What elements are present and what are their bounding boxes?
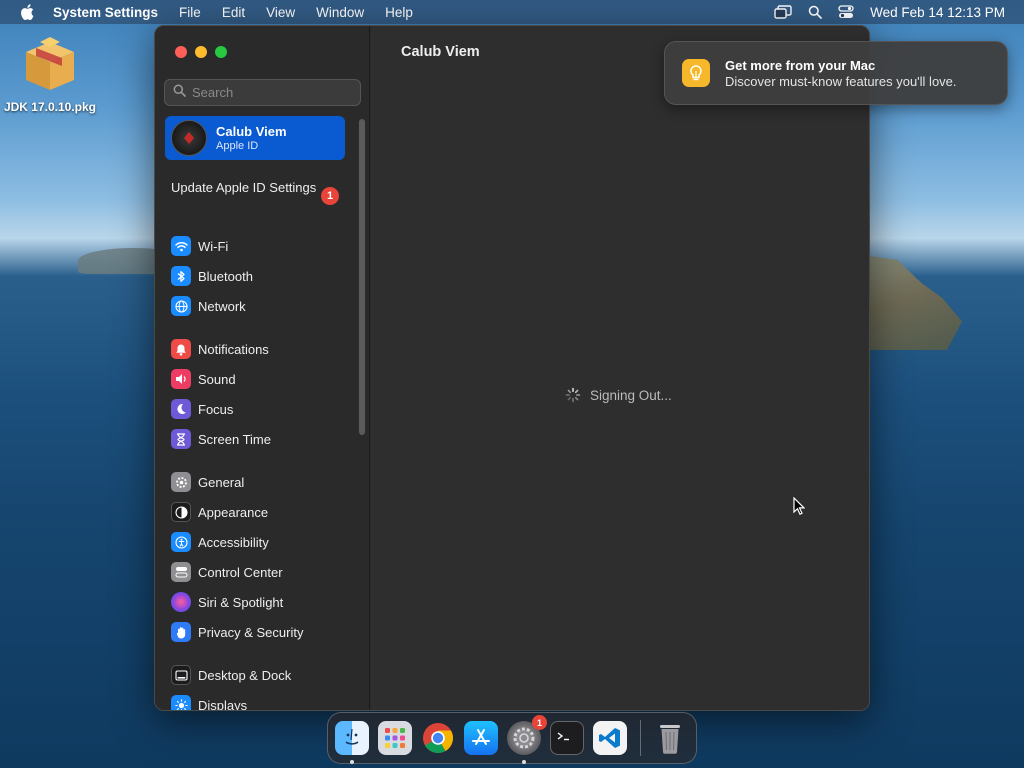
search-input[interactable] (192, 85, 352, 100)
hourglass-icon (171, 429, 191, 449)
page-title: Calub Viem (401, 44, 480, 60)
notification-banner[interactable]: Get more from your Mac Discover must-kno… (664, 41, 1008, 105)
trash-icon[interactable] (653, 721, 687, 755)
screen-mirroring-icon[interactable] (774, 5, 792, 19)
desktop-file-jdk[interactable]: JDK 17.0.10.pkg (0, 34, 100, 114)
package-icon (20, 34, 80, 94)
system-settings-window: Calub Viem Apple ID Update Apple ID Sett… (154, 25, 870, 711)
sidebar-item-focus[interactable]: Focus (171, 394, 351, 424)
desktop-file-label: JDK 17.0.10.pkg (3, 100, 97, 114)
sidebar-item-label: Wi-Fi (198, 238, 229, 254)
terminal-icon[interactable] (550, 721, 584, 755)
sidebar-item-label: Privacy & Security (198, 624, 304, 640)
sidebar-item-sound[interactable]: Sound (171, 364, 351, 394)
sidebar-item-accessibility[interactable]: Accessibility (171, 527, 351, 557)
menu-file[interactable]: File (179, 5, 201, 20)
sidebar-item-network[interactable]: Network (171, 291, 351, 321)
sidebar-item-label: Appearance (198, 504, 269, 520)
toggles-icon (171, 562, 191, 582)
minimize-window-button[interactable] (195, 46, 207, 58)
sidebar-item-label: Desktop & Dock (198, 667, 292, 683)
dock-separator (640, 720, 641, 756)
hand-icon (171, 622, 191, 642)
sidebar-item-label: Notifications (198, 341, 269, 357)
sidebar-item-label: Sound (198, 371, 236, 387)
sidebar-item-label: Screen Time (198, 431, 271, 447)
bluetooth-icon (171, 266, 191, 286)
spinner-icon (565, 387, 581, 403)
sidebar-item-desktop-dock[interactable]: Desktop & Dock (171, 660, 351, 690)
menu-view[interactable]: View (266, 5, 295, 20)
finder-icon[interactable] (335, 721, 369, 764)
sidebar-list: Wi-Fi Bluetooth Network Notifications So… (171, 231, 351, 711)
sidebar-item-screen-time[interactable]: Screen Time (171, 424, 351, 454)
sidebar-item-privacy-security[interactable]: Privacy & Security (171, 617, 351, 647)
sidebar-item-label: General (198, 474, 245, 490)
chrome-icon[interactable] (421, 721, 455, 755)
spotlight-search-icon[interactable] (808, 5, 823, 19)
menu-help[interactable]: Help (385, 5, 413, 20)
system-settings-icon[interactable]: 1 (507, 715, 547, 764)
sidebar-item-control-center[interactable]: Control Center (171, 557, 351, 587)
sidebar-item-displays[interactable]: Displays (171, 690, 351, 711)
launchpad-icon[interactable] (378, 721, 412, 755)
accessibility-icon (171, 532, 191, 552)
wifi-icon (171, 236, 191, 256)
gear-icon (171, 472, 191, 492)
dock-icon (171, 665, 191, 685)
window-controls (175, 46, 235, 58)
tips-lightbulb-icon (682, 59, 710, 87)
siri-icon (171, 592, 191, 612)
sidebar-item-wifi[interactable]: Wi-Fi (171, 231, 351, 261)
speaker-icon (171, 369, 191, 389)
menu-clock[interactable]: Wed Feb 14 12:13 PM (870, 5, 1005, 20)
menu-window[interactable]: Window (316, 5, 364, 20)
content-pane: Calub Viem Signing Out... (371, 26, 869, 710)
sidebar-item-bluetooth[interactable]: Bluetooth (171, 261, 351, 291)
signing-out-status: Signing Out... (565, 387, 672, 403)
vscode-icon[interactable] (593, 721, 627, 755)
sidebar-item-general[interactable]: General (171, 467, 351, 497)
notification-body: Discover must-know features you'll love. (725, 73, 957, 89)
sidebar-item-label: Bluetooth (198, 268, 253, 284)
sidebar-item-label: Accessibility (198, 534, 269, 550)
appearance-icon (171, 502, 191, 522)
wallpaper-cliff (862, 255, 962, 350)
sidebar-search[interactable] (164, 79, 361, 106)
bell-icon (171, 339, 191, 359)
search-icon (173, 84, 186, 102)
close-window-button[interactable] (175, 46, 187, 58)
sidebar-item-apple-id[interactable]: Calub Viem Apple ID (165, 116, 345, 160)
sidebar-item-notifications[interactable]: Notifications (171, 334, 351, 364)
sidebar-item-update-apple-id[interactable]: Update Apple ID Settings (171, 180, 341, 196)
menu-app-name[interactable]: System Settings (53, 5, 158, 20)
account-name: Calub Viem (216, 124, 287, 139)
app-store-icon[interactable] (464, 721, 498, 755)
sidebar-item-label: Displays (198, 697, 248, 711)
avatar (171, 120, 207, 156)
update-badge: 1 (321, 187, 339, 205)
zoom-window-button[interactable] (215, 46, 227, 58)
menu-bar: System Settings File Edit View Window He… (0, 0, 1024, 24)
sidebar-item-label: Focus (198, 401, 234, 417)
dock-settings-badge: 1 (532, 715, 547, 730)
mouse-cursor-icon (793, 496, 806, 520)
signing-out-text: Signing Out... (590, 387, 672, 403)
sidebar: Calub Viem Apple ID Update Apple ID Sett… (155, 26, 370, 710)
moon-icon (171, 399, 191, 419)
sidebar-scrollbar[interactable] (359, 119, 365, 435)
sidebar-item-label: Network (198, 298, 246, 314)
sidebar-item-label: Siri & Spotlight (198, 594, 284, 610)
apple-menu-icon[interactable] (18, 4, 36, 20)
control-center-icon[interactable] (838, 5, 854, 19)
menu-edit[interactable]: Edit (222, 5, 245, 20)
dock: 1 (327, 712, 697, 764)
sun-icon (171, 695, 191, 710)
sidebar-item-label: Control Center (198, 564, 283, 580)
notification-title: Get more from your Mac (725, 57, 876, 73)
account-subtitle: Apple ID (216, 140, 259, 152)
sidebar-item-appearance[interactable]: Appearance (171, 497, 351, 527)
globe-icon (171, 296, 191, 316)
sidebar-item-siri-spotlight[interactable]: Siri & Spotlight (171, 587, 351, 617)
